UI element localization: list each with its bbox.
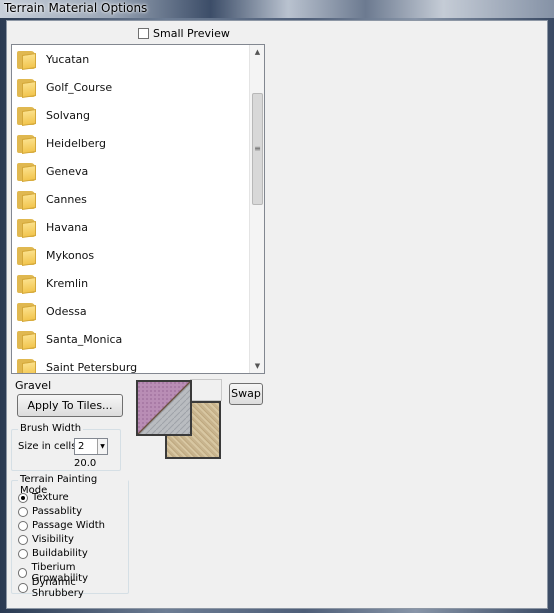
grip-icon: ≡ [254,144,261,153]
window-title: Terrain Material Options [4,1,148,15]
radio-button[interactable] [18,506,28,517]
folder-item[interactable]: Odessa [12,297,251,325]
folder-icon [15,300,37,322]
folder-icon [15,216,37,238]
folder-item[interactable]: Cannes [12,185,251,213]
mode-option-passage-width[interactable]: Passage Width [18,520,105,531]
mode-option-label: Texture [32,492,69,503]
folder-item[interactable]: Saint Petersburg [12,353,251,374]
folder-label: Heidelberg [46,136,106,150]
folder-icon [15,356,37,373]
folder-icon [15,48,37,70]
mode-option-buildability[interactable]: Buildability [18,548,88,559]
folder-icon [15,272,37,294]
folder-label: Saint Petersburg [46,360,138,374]
material-folder-list[interactable]: Yucatan Golf_Course Solvang Heidelberg G… [11,44,265,374]
material-preview [135,379,225,461]
selected-material-name: Gravel [15,379,52,392]
folder-item[interactable]: Mykonos [12,241,251,269]
small-preview-option[interactable]: Small Preview [138,27,230,40]
folder-icon [15,328,37,350]
folder-item[interactable]: Geneva [12,157,251,185]
brush-width-value: 20.0 [74,458,97,469]
mode-option-texture[interactable]: Texture [18,492,69,503]
folder-icon [15,160,37,182]
scroll-up-arrow-icon[interactable]: ▲ [250,45,264,59]
size-in-cells-label: Size in cells: [18,441,80,452]
radio-button[interactable] [18,548,28,559]
folder-icon [15,188,37,210]
folder-item[interactable]: Kremlin [12,269,251,297]
mode-option-visibility[interactable]: Visibility [18,534,74,545]
apply-to-tiles-button[interactable]: Apply To Tiles... [17,394,123,417]
folder-label: Solvang [46,108,90,122]
folder-label: Geneva [46,164,89,178]
swatch-pattern [138,382,190,434]
folder-label: Cannes [46,192,87,206]
mode-option-label: Passage Width [32,520,105,531]
folder-icon [15,132,37,154]
swap-button[interactable]: Swap [229,383,263,405]
folder-label: Mykonos [46,248,95,262]
radio-button[interactable] [18,520,28,531]
small-preview-label: Small Preview [153,27,230,40]
brush-size-value: 2 [78,441,85,452]
folder-item[interactable]: Heidelberg [12,129,251,157]
folder-label: Yucatan [46,52,90,66]
mode-option-label: Passablity [32,506,82,517]
folder-list-items: Yucatan Golf_Course Solvang Heidelberg G… [12,45,251,374]
brush-width-title: Brush Width [18,423,84,434]
radio-button[interactable] [18,534,28,545]
mode-option-passability[interactable]: Passablity [18,506,82,517]
folder-label: Havana [46,220,88,234]
terrain-material-options-window: Terrain Material Options Small Preview Y… [0,0,554,613]
folder-item[interactable]: Yucatan [12,45,251,73]
mode-option-dynamic-shrubbery[interactable]: Dynamic Shrubbery [18,577,128,599]
folder-label: Golf_Course [46,80,113,94]
folder-item[interactable]: Golf_Course [12,73,251,101]
scroll-down-arrow-icon[interactable]: ▼ [250,359,264,373]
folder-label: Odessa [46,304,87,318]
dropdown-arrow-icon[interactable]: ▼ [97,439,107,454]
folder-icon [15,104,37,126]
terrain-painting-mode-group: Terrain Painting Mode Texture Passablity… [11,474,129,599]
mode-option-label: Buildability [32,548,88,559]
radio-button[interactable] [18,492,28,503]
folder-item[interactable]: Havana [12,213,251,241]
folder-item[interactable]: Solvang [12,101,251,129]
dialog-client-area: Small Preview Yucatan Golf_Course Solvan… [6,20,548,609]
brush-size-select[interactable]: 2 ▼ [74,438,108,455]
primary-material-swatch[interactable] [136,380,192,436]
small-preview-checkbox[interactable] [138,28,149,39]
folder-label: Santa_Monica [46,332,123,346]
folder-icon [15,244,37,266]
scroll-thumb[interactable]: ≡ [252,93,263,205]
radio-button[interactable] [18,583,28,593]
title-bar[interactable]: Terrain Material Options [0,0,554,18]
mode-option-label: Visibility [32,534,74,545]
brush-width-group: Brush Width Size in cells: 2 ▼ 20.0 [11,423,121,471]
folder-item[interactable]: Santa_Monica [12,325,251,353]
mode-option-label: Dynamic Shrubbery [31,577,84,599]
folder-label: Kremlin [46,276,89,290]
list-scrollbar[interactable]: ▲ ≡ ▼ [249,45,264,373]
folder-icon [15,76,37,98]
preview-frame [190,379,222,401]
